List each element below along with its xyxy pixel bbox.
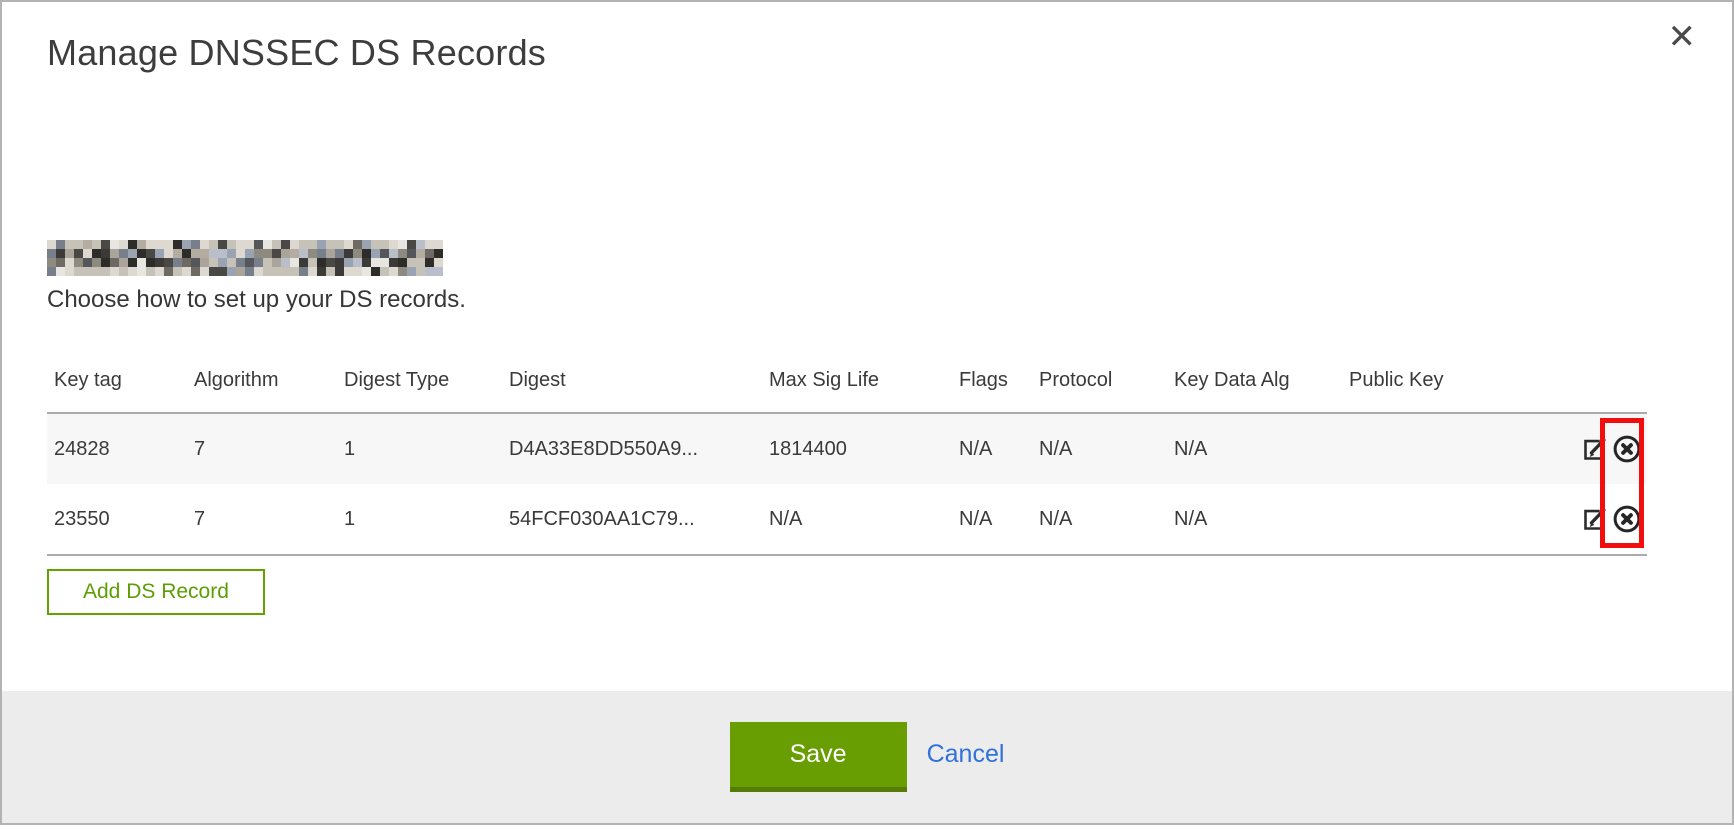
cancel-link[interactable]: Cancel	[927, 740, 1005, 769]
row-actions	[1567, 434, 1647, 464]
cell: 23550	[47, 508, 187, 531]
column-header-public-key: Public Key	[1342, 369, 1567, 392]
column-header-flags: Flags	[952, 369, 1032, 392]
remove-icon[interactable]	[1612, 434, 1642, 464]
column-header-key-tag: Key tag	[47, 369, 187, 392]
row-actions	[1567, 504, 1647, 534]
cell: N/A	[1167, 438, 1342, 461]
cell: 24828	[47, 438, 187, 461]
cell: 54FCF030AA1C79...	[502, 508, 762, 531]
cell: D4A33E8DD550A9...	[502, 438, 762, 461]
column-header-max-sig-life: Max Sig Life	[762, 369, 952, 392]
table-body: 2482871D4A33E8DD550A9...1814400N/AN/AN/A…	[47, 412, 1647, 556]
column-header-algorithm: Algorithm	[187, 369, 337, 392]
table-header-row: Key tagAlgorithmDigest TypeDigestMax Sig…	[47, 366, 1647, 394]
manage-dnssec-dialog: ✕ Manage DNSSEC DS Records Choose how to…	[0, 0, 1734, 825]
cell: N/A	[952, 438, 1032, 461]
cell: N/A	[1032, 508, 1167, 531]
column-header-digest: Digest	[502, 369, 762, 392]
cell: N/A	[1032, 438, 1167, 461]
table-row: 2482871D4A33E8DD550A9...1814400N/AN/AN/A	[47, 414, 1647, 484]
redacted-domain-name	[47, 240, 443, 276]
cell: 1	[337, 508, 502, 531]
instruction-text: Choose how to set up your DS records.	[47, 286, 1687, 314]
ds-records-table: Key tagAlgorithmDigest TypeDigestMax Sig…	[47, 366, 1647, 556]
table-row: 235507154FCF030AA1C79...N/AN/AN/AN/A	[47, 484, 1647, 554]
page-title: Manage DNSSEC DS Records	[47, 32, 1687, 74]
edit-icon[interactable]	[1579, 434, 1609, 464]
add-ds-record-button[interactable]: Add DS Record	[47, 569, 265, 615]
cell: 1814400	[762, 438, 952, 461]
cell: 7	[187, 508, 337, 531]
cell: N/A	[1167, 508, 1342, 531]
remove-icon[interactable]	[1612, 504, 1642, 534]
save-button[interactable]: Save	[730, 722, 907, 792]
edit-icon[interactable]	[1579, 504, 1609, 534]
cell: N/A	[762, 508, 952, 531]
cell: 1	[337, 438, 502, 461]
cell: N/A	[952, 508, 1032, 531]
column-header-key-data-alg: Key Data Alg	[1167, 369, 1342, 392]
column-header-protocol: Protocol	[1032, 369, 1167, 392]
dialog-content: Manage DNSSEC DS Records Choose how to s…	[2, 32, 1732, 615]
dialog-footer: Save Cancel	[2, 691, 1732, 823]
cell: 7	[187, 438, 337, 461]
column-header-digest-type: Digest Type	[337, 369, 502, 392]
